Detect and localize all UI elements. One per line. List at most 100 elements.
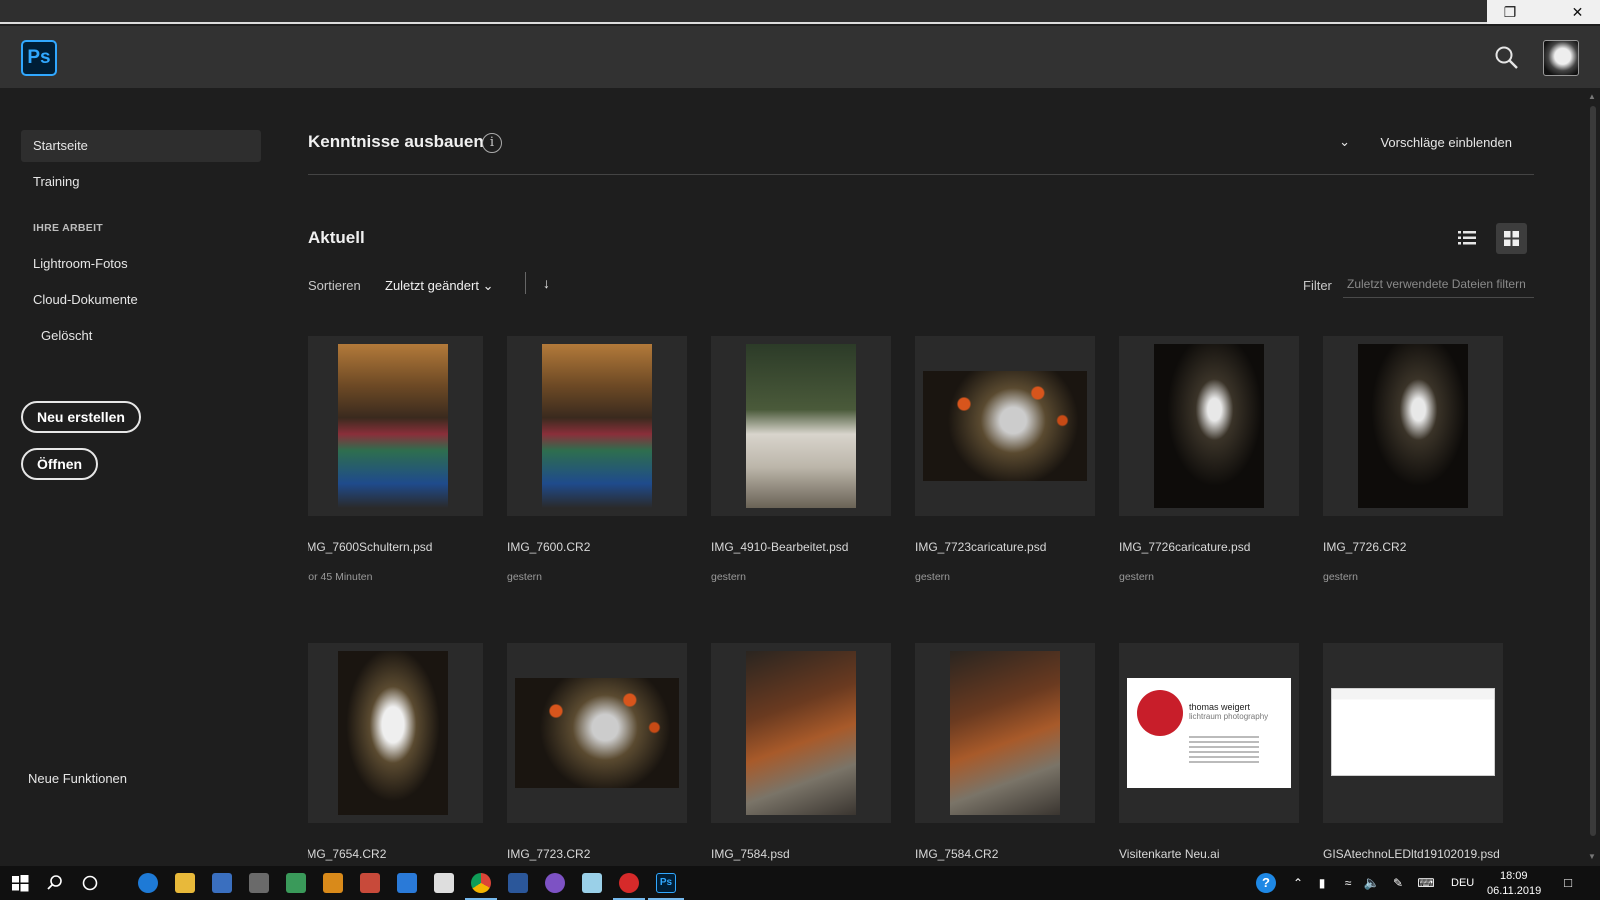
thumbnail-image — [338, 651, 448, 815]
file-card[interactable]: thomas weigert lichtraum photography Vis… — [1119, 643, 1299, 861]
file-thumbnail[interactable] — [507, 643, 687, 823]
sort-dropdown[interactable]: Zuletzt geändert ⌄ — [385, 278, 493, 294]
file-name: IMG_7584.CR2 — [915, 847, 999, 861]
filter-input[interactable] — [1343, 270, 1534, 298]
file-thumbnail[interactable] — [711, 336, 891, 516]
app-icon[interactable] — [286, 873, 306, 893]
keyboard-icon[interactable]: ⌨ — [1414, 873, 1438, 893]
photoshop-logo-icon[interactable]: Ps — [21, 40, 57, 76]
filter-label: Filter — [1303, 278, 1332, 293]
file-thumbnail[interactable] — [915, 336, 1095, 516]
mail-icon[interactable] — [434, 873, 454, 893]
file-card[interactable]: IMG_7584.psd — [711, 643, 891, 861]
file-date: gestern — [1323, 571, 1359, 583]
file-date: gestern — [507, 571, 543, 583]
edge-browser-icon[interactable] — [138, 873, 158, 893]
new-button[interactable]: Neu erstellen — [21, 401, 141, 433]
grid-view-icon[interactable] — [1496, 223, 1527, 254]
file-thumbnail[interactable] — [1119, 336, 1299, 516]
sidebar-item-geloescht[interactable]: Gelöscht — [21, 320, 261, 352]
file-card[interactable]: IMG_7654.CR2 — [308, 643, 483, 861]
file-card[interactable]: IMG_7600.CR2 gestern — [507, 336, 687, 583]
title-bar: ❐ ✕ — [0, 0, 1600, 24]
windows-start-icon[interactable] — [10, 873, 30, 893]
business-card-logo — [1137, 690, 1183, 736]
show-suggestions-toggle[interactable]: Vorschläge einblenden — [1380, 135, 1512, 150]
sidebar-item-lightroom-fotos[interactable]: Lightroom-Fotos — [21, 248, 261, 280]
file-name: Visitenkarte Neu.ai — [1119, 847, 1220, 861]
app-icon[interactable] — [249, 873, 269, 893]
list-view-icon[interactable] — [1452, 223, 1482, 253]
viber-icon[interactable] — [545, 873, 565, 893]
scroll-down-icon[interactable]: ▼ — [1588, 852, 1596, 861]
open-button[interactable]: Öffnen — [21, 448, 99, 480]
section-label-ihre-arbeit: IHRE ARBEIT — [33, 222, 103, 234]
file-name: IMG_7600.CR2 — [507, 540, 591, 554]
sort-direction-icon[interactable]: ↓ — [543, 275, 550, 291]
file-card[interactable]: IMG_7600Schultern.psd vor 45 Minuten — [308, 336, 483, 583]
scrollbar-thumb[interactable] — [1590, 106, 1596, 836]
file-date: vor 45 Minuten — [308, 571, 373, 583]
sidebar-item-cloud-dokumente[interactable]: Cloud-Dokumente — [21, 284, 261, 316]
file-thumbnail[interactable] — [915, 643, 1095, 823]
language-indicator[interactable]: DEU — [1451, 877, 1474, 889]
file-card[interactable]: IMG_7726caricature.psd gestern — [1119, 336, 1299, 583]
search-icon[interactable] — [45, 873, 65, 893]
file-card[interactable]: IMG_7584.CR2 — [915, 643, 1095, 861]
divider — [525, 272, 526, 294]
close-button[interactable]: ✕ — [1555, 0, 1600, 24]
chevron-down-icon[interactable]: ⌄ — [1339, 134, 1350, 150]
app-icon[interactable] — [619, 873, 639, 893]
sidebar-item-training[interactable]: Training — [21, 166, 261, 198]
chrome-icon[interactable] — [471, 873, 491, 893]
info-icon[interactable]: i — [482, 133, 502, 153]
whats-new-link[interactable]: Neue Funktionen — [16, 763, 256, 795]
avatar[interactable] — [1543, 40, 1579, 76]
app-icon[interactable] — [397, 873, 417, 893]
search-icon[interactable] — [1494, 45, 1520, 71]
chevron-up-icon[interactable]: ⌃ — [1288, 873, 1308, 893]
file-explorer-icon[interactable] — [175, 873, 195, 893]
media-player-icon[interactable] — [323, 873, 343, 893]
task-view-icon[interactable] — [80, 873, 100, 893]
section-title-skills: Kenntnisse ausbauen — [308, 132, 484, 151]
file-card[interactable]: GISAtechnoLEDltd19102019.psd — [1323, 643, 1503, 861]
photoshop-taskbar-icon[interactable]: Ps — [656, 873, 676, 893]
notifications-icon[interactable]: □ — [1558, 873, 1578, 893]
sidebar-item-startseite[interactable]: Startseite — [21, 130, 261, 162]
photoshop-window: ❐ ✕ Ps Startseite Training IHRE ARBEIT L… — [0, 0, 1600, 900]
notepad-icon[interactable] — [582, 873, 602, 893]
file-thumbnail[interactable] — [507, 336, 687, 516]
file-card[interactable]: IMG_4910-Bearbeitet.psd gestern — [711, 336, 891, 583]
main-content: Kenntnisse ausbauen i ⌄ Vorschläge einbl… — [308, 88, 1538, 866]
clock-time[interactable]: 18:09 — [1500, 870, 1528, 882]
business-card-image: thomas weigert lichtraum photography — [1127, 678, 1291, 788]
file-thumbnail[interactable] — [711, 643, 891, 823]
help-icon[interactable]: ? — [1256, 873, 1276, 893]
file-thumbnail[interactable] — [308, 643, 483, 823]
file-thumbnail[interactable] — [308, 336, 483, 516]
file-thumbnail[interactable]: thomas weigert lichtraum photography — [1119, 643, 1299, 823]
pen-icon[interactable]: ✎ — [1388, 873, 1408, 893]
file-card[interactable]: IMG_7723.CR2 — [507, 643, 687, 861]
app-icon[interactable] — [360, 873, 380, 893]
store-icon[interactable] — [212, 873, 232, 893]
battery-icon[interactable]: ▮ — [1312, 873, 1332, 893]
file-name: IMG_7584.psd — [711, 847, 790, 861]
scroll-up-icon[interactable]: ▲ — [1588, 92, 1596, 101]
thumbnail-image — [746, 651, 856, 815]
scrollbar[interactable]: ▲ ▼ — [1586, 88, 1600, 866]
file-card[interactable]: IMG_7726.CR2 gestern — [1323, 336, 1503, 583]
volume-icon[interactable]: 🔈 — [1362, 873, 1382, 893]
network-icon[interactable]: ≈ — [1338, 873, 1358, 893]
file-thumbnail[interactable] — [1323, 336, 1503, 516]
file-thumbnail[interactable] — [1323, 643, 1503, 823]
sidebar: Startseite Training IHRE ARBEIT Lightroo… — [0, 88, 280, 866]
thumbnail-image — [950, 651, 1060, 815]
file-name: IMG_4910-Bearbeitet.psd — [711, 540, 849, 554]
thumbnail-image — [515, 678, 679, 788]
app-icon[interactable] — [508, 873, 528, 893]
clock-date[interactable]: 06.11.2019 — [1487, 885, 1541, 897]
file-card[interactable]: IMG_7723caricature.psd gestern — [915, 336, 1095, 583]
restore-button[interactable]: ❐ — [1487, 0, 1533, 24]
